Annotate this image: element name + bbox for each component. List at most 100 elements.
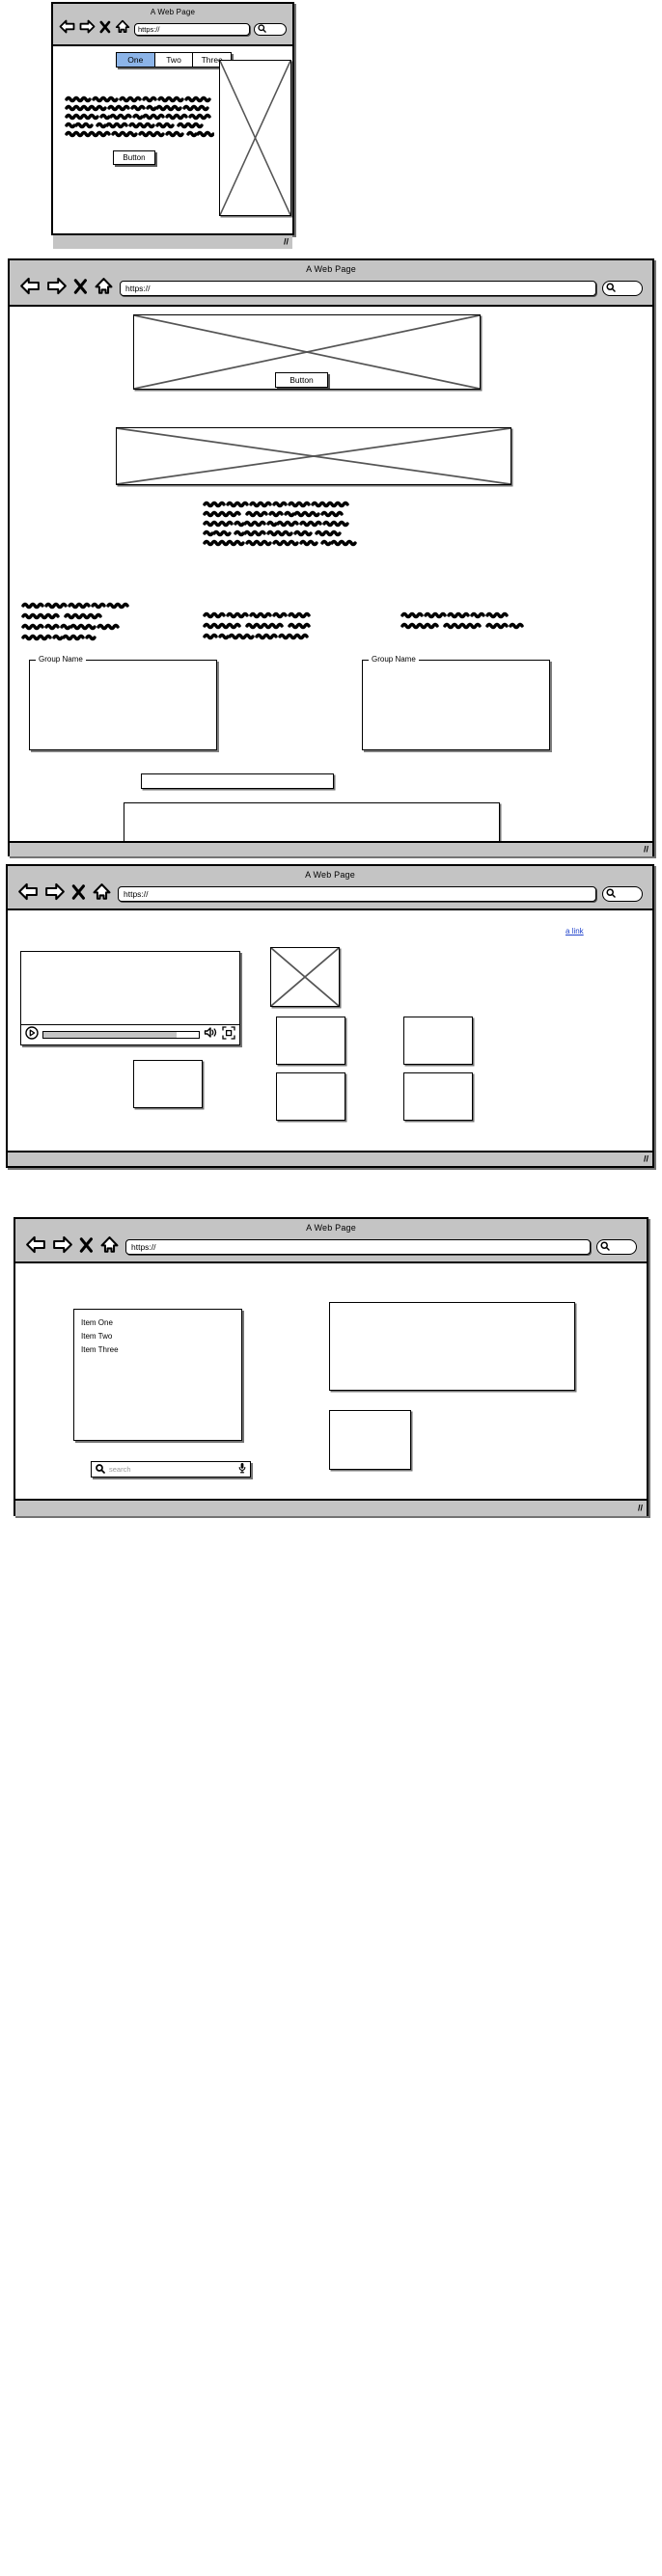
home-icon[interactable] — [99, 1235, 120, 1259]
group-box-1: Group Name — [29, 654, 217, 750]
group-frame — [29, 660, 217, 750]
status-bar: // — [53, 233, 292, 249]
url-text: https:// — [138, 24, 160, 34]
search-magnifier-icon — [606, 280, 616, 297]
column-text-2 — [203, 610, 396, 643]
thumbnail-3[interactable] — [133, 1060, 203, 1108]
back-arrow-icon[interactable] — [17, 882, 39, 906]
column-text-3 — [400, 610, 608, 634]
close-x-icon[interactable] — [79, 1236, 94, 1259]
thumbnail-2[interactable] — [403, 1017, 473, 1065]
browser-search-box[interactable] — [602, 886, 643, 902]
nav-toolbar: https:// — [8, 881, 652, 910]
center-paragraph-text — [203, 500, 473, 548]
search-magnifier-icon — [96, 1461, 105, 1478]
nav-toolbar: https:// — [53, 18, 292, 42]
browser-chrome: A Web Page https:// — [15, 1219, 647, 1263]
close-x-icon[interactable] — [71, 883, 86, 906]
play-icon[interactable] — [25, 1025, 39, 1044]
video-controls — [21, 1025, 239, 1044]
browser-window-1: A Web Page https:// One Two Three Button… — [51, 2, 294, 249]
browser-search-box[interactable] — [596, 1239, 637, 1255]
primary-button[interactable]: Button — [113, 150, 155, 165]
back-arrow-icon[interactable] — [19, 277, 41, 300]
back-arrow-icon[interactable] — [25, 1235, 46, 1259]
browser-chrome: A Web Page https:// — [8, 866, 652, 910]
image-placeholder — [219, 60, 291, 216]
back-arrow-icon[interactable] — [59, 19, 75, 39]
status-bar: // — [10, 841, 652, 856]
microphone-icon[interactable] — [238, 1461, 246, 1478]
nav-toolbar: https:// — [15, 1234, 647, 1263]
url-text: https:// — [125, 284, 151, 293]
page-link[interactable]: a link — [565, 927, 584, 935]
forward-arrow-icon[interactable] — [46, 277, 68, 300]
page-canvas: One Two Three Button — [53, 46, 292, 233]
tab-two[interactable]: Two — [155, 53, 194, 67]
page-canvas: a link — [8, 910, 652, 1151]
url-input[interactable]: https:// — [120, 281, 596, 296]
status-bar: // — [8, 1151, 652, 1166]
video-progress-bar[interactable] — [42, 1031, 200, 1039]
volume-icon[interactable] — [204, 1026, 218, 1044]
status-bar: // — [15, 1499, 647, 1516]
tab-one[interactable]: One — [117, 53, 155, 67]
input-field[interactable] — [141, 773, 334, 789]
column-text-1 — [21, 601, 185, 643]
banner-image-placeholder — [116, 427, 511, 485]
url-input[interactable]: https:// — [134, 22, 250, 36]
search-magnifier-icon — [606, 885, 616, 903]
group-frame — [362, 660, 550, 750]
search-input[interactable]: search — [91, 1461, 251, 1478]
resize-grip-icon[interactable]: // — [638, 1504, 643, 1513]
thumbnail-5[interactable] — [403, 1072, 473, 1121]
search-magnifier-icon — [258, 20, 266, 38]
content-panel-2 — [329, 1410, 411, 1470]
home-icon[interactable] — [92, 882, 112, 906]
image-placeholder — [270, 947, 340, 1007]
forward-arrow-icon[interactable] — [79, 19, 96, 39]
nav-toolbar: https:// — [10, 275, 652, 305]
close-x-icon[interactable] — [73, 278, 88, 300]
url-input[interactable]: https:// — [118, 886, 596, 902]
thumbnail-1[interactable] — [276, 1017, 345, 1065]
search-magnifier-icon — [600, 1238, 610, 1256]
url-text: https:// — [131, 1242, 156, 1252]
browser-window-2: A Web Page https:// Button Group Name Gr… — [8, 258, 654, 856]
home-icon[interactable] — [115, 19, 130, 39]
video-screen[interactable] — [21, 952, 239, 1025]
url-text: https:// — [124, 889, 149, 899]
content-panel-1 — [329, 1302, 575, 1391]
item-list[interactable]: Item One Item Two Item Three — [73, 1309, 242, 1441]
url-input[interactable]: https:// — [125, 1239, 591, 1255]
list-item[interactable]: Item Three — [81, 1343, 241, 1357]
home-icon[interactable] — [94, 277, 114, 300]
hero-button[interactable]: Button — [275, 372, 328, 388]
paragraph-text — [65, 95, 214, 141]
forward-arrow-icon[interactable] — [52, 1235, 73, 1259]
tab-bar: One Two Three — [116, 52, 232, 68]
resize-grip-icon[interactable]: // — [284, 237, 289, 247]
browser-window-3: A Web Page https:// a link // — [6, 864, 654, 1168]
search-placeholder: search — [109, 1465, 131, 1474]
page-canvas: Button Group Name Group Name — [10, 307, 652, 841]
page-canvas: Item One Item Two Item Three search — [15, 1263, 647, 1499]
thumbnail-4[interactable] — [276, 1072, 345, 1121]
window-title: A Web Page — [306, 264, 356, 274]
resize-grip-icon[interactable]: // — [644, 1154, 648, 1164]
group-label: Group Name — [369, 654, 419, 664]
browser-search-box[interactable] — [254, 20, 287, 38]
fullscreen-icon[interactable] — [222, 1025, 235, 1044]
group-label: Group Name — [36, 654, 86, 664]
window-title: A Web Page — [150, 8, 196, 16]
window-title: A Web Page — [305, 870, 355, 880]
group-box-2: Group Name — [362, 654, 550, 750]
forward-arrow-icon[interactable] — [44, 882, 66, 906]
resize-grip-icon[interactable]: // — [644, 845, 648, 854]
list-item[interactable]: Item Two — [81, 1330, 241, 1343]
browser-search-box[interactable] — [602, 281, 643, 296]
video-player[interactable] — [20, 951, 240, 1045]
content-panel — [124, 802, 500, 841]
list-item[interactable]: Item One — [81, 1316, 241, 1330]
close-x-icon[interactable] — [99, 20, 111, 39]
